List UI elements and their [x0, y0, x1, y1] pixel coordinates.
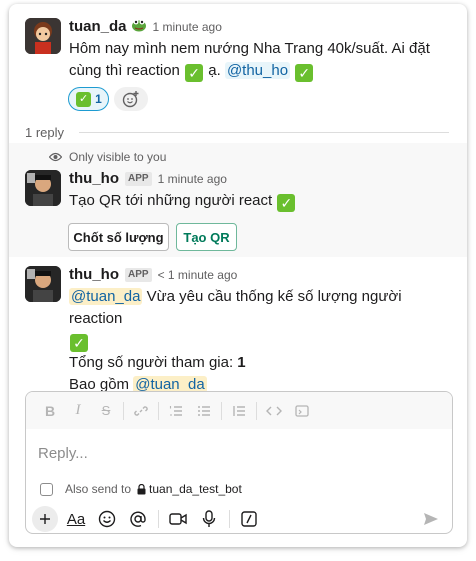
- bold-icon[interactable]: B: [36, 399, 64, 423]
- app-badge: APP: [125, 267, 152, 282]
- also-send-target: tuan_da_test_bot: [137, 482, 242, 496]
- toolbar-separator: [256, 401, 257, 420]
- author-name[interactable]: thu_ho: [69, 170, 119, 187]
- parent-message-line-2: cùng thì reaction ✓ ạ. @thu_ho ✓: [69, 60, 454, 82]
- also-send-checkbox[interactable]: [40, 482, 53, 496]
- emoji-icon[interactable]: [94, 506, 120, 532]
- ordered-list-icon[interactable]: [162, 399, 190, 423]
- parent-message-line-1: Hôm nay mình nem nướng Nha Trang 40k/suấ…: [69, 40, 430, 57]
- mention-thu-ho[interactable]: @thu_ho: [224, 62, 291, 79]
- check-mark-emoji: ✓: [295, 64, 314, 82]
- blockquote-icon[interactable]: [225, 399, 253, 423]
- avatar-tuan-da[interactable]: [25, 18, 61, 54]
- reaction-count: 1: [95, 92, 102, 106]
- also-send-option: Also send to tuan_da_test_bot: [40, 482, 242, 496]
- slash-command-icon[interactable]: [236, 506, 262, 532]
- video-icon[interactable]: [165, 506, 191, 532]
- only-visible-label: Only visible to you: [69, 150, 167, 164]
- reply-count: 1 reply: [25, 125, 65, 140]
- total-label: Tổng số người tham gia:: [69, 354, 238, 371]
- toolbar-separator: [158, 401, 159, 420]
- ephemeral-text: Tạo QR tới những người react: [69, 192, 273, 209]
- lock-icon: [137, 483, 146, 494]
- summary-message-body: @tuan_da Vừa yêu cầu thống kế số lượng n…: [69, 286, 454, 396]
- text-format-icon[interactable]: Aa: [63, 506, 89, 532]
- mention-tuan-da[interactable]: @tuan_da: [69, 288, 143, 305]
- toolbar-separator: [229, 510, 230, 528]
- summary-message-header: thu_ho APP < 1 minute ago: [69, 266, 237, 283]
- mention-icon[interactable]: [125, 506, 151, 532]
- formatting-toolbar: B I S: [26, 392, 452, 429]
- ephemeral-message-body: Tạo QR tới những người react ✓: [69, 190, 296, 212]
- eye-icon: [49, 152, 62, 162]
- summary-line-1: @tuan_da Vừa yêu cầu thống kế số lượng n…: [69, 286, 454, 330]
- bulleted-list-icon[interactable]: [190, 399, 218, 423]
- reply-composer: B I S Reply... Also send to tuan_da_test…: [25, 391, 453, 534]
- link-icon[interactable]: [127, 399, 155, 423]
- summary-line-2: ✓: [69, 330, 454, 352]
- bot-channel-name: tuan_da_test_bot: [149, 482, 242, 496]
- author-name[interactable]: thu_ho: [69, 266, 119, 283]
- microphone-icon[interactable]: [196, 506, 222, 532]
- check-mark-emoji: ✓: [70, 334, 88, 352]
- toolbar-separator: [221, 401, 222, 420]
- only-visible-notice: Only visible to you: [49, 150, 166, 164]
- ephemeral-message-header: thu_ho APP 1 minute ago: [69, 170, 227, 187]
- reply-divider: [79, 132, 449, 133]
- author-name[interactable]: tuan_da: [69, 18, 127, 35]
- reply-input[interactable]: Reply...: [38, 445, 88, 462]
- plus-icon[interactable]: [32, 506, 58, 532]
- check-mark-emoji: ✓: [76, 91, 92, 107]
- strikethrough-icon[interactable]: S: [92, 399, 120, 423]
- message-timestamp[interactable]: 1 minute ago: [153, 20, 222, 34]
- create-qr-button[interactable]: Tạo QR: [176, 223, 237, 251]
- italic-icon[interactable]: I: [64, 399, 92, 423]
- check-mark-emoji: ✓: [277, 194, 296, 212]
- check-mark-emoji: ✓: [185, 64, 204, 82]
- message-timestamp[interactable]: < 1 minute ago: [158, 268, 238, 282]
- toolbar-separator: [123, 401, 124, 420]
- thread-panel: tuan_da 1 minute ago Hôm nay mình nem nư…: [9, 4, 467, 547]
- toolbar-separator: [158, 510, 159, 528]
- frog-status-icon: [131, 18, 147, 35]
- parent-message-header: tuan_da 1 minute ago: [69, 18, 222, 35]
- parent-text-fragment: ạ.: [208, 62, 221, 79]
- confirm-quantity-button[interactable]: Chốt số lượng: [68, 223, 169, 251]
- add-reaction-button[interactable]: [114, 87, 148, 111]
- code-block-icon[interactable]: [288, 399, 316, 423]
- parent-text-fragment: cùng thì reaction: [69, 62, 180, 79]
- also-send-label: Also send to: [65, 482, 132, 496]
- composer-action-bar: Aa: [32, 506, 267, 532]
- app-badge: APP: [125, 171, 152, 186]
- code-icon[interactable]: [260, 399, 288, 423]
- add-emoji-icon: [122, 91, 139, 108]
- summary-line-total: Tổng số người tham gia: 1: [69, 352, 454, 374]
- parent-message-body: Hôm nay mình nem nướng Nha Trang 40k/suấ…: [69, 38, 454, 82]
- avatar-thu-ho[interactable]: [25, 266, 61, 302]
- send-icon[interactable]: [420, 508, 442, 530]
- message-timestamp[interactable]: 1 minute ago: [158, 172, 227, 186]
- avatar-thu-ho[interactable]: [25, 170, 61, 206]
- total-value: 1: [237, 354, 246, 371]
- reaction-check-mark[interactable]: ✓ 1: [68, 87, 109, 111]
